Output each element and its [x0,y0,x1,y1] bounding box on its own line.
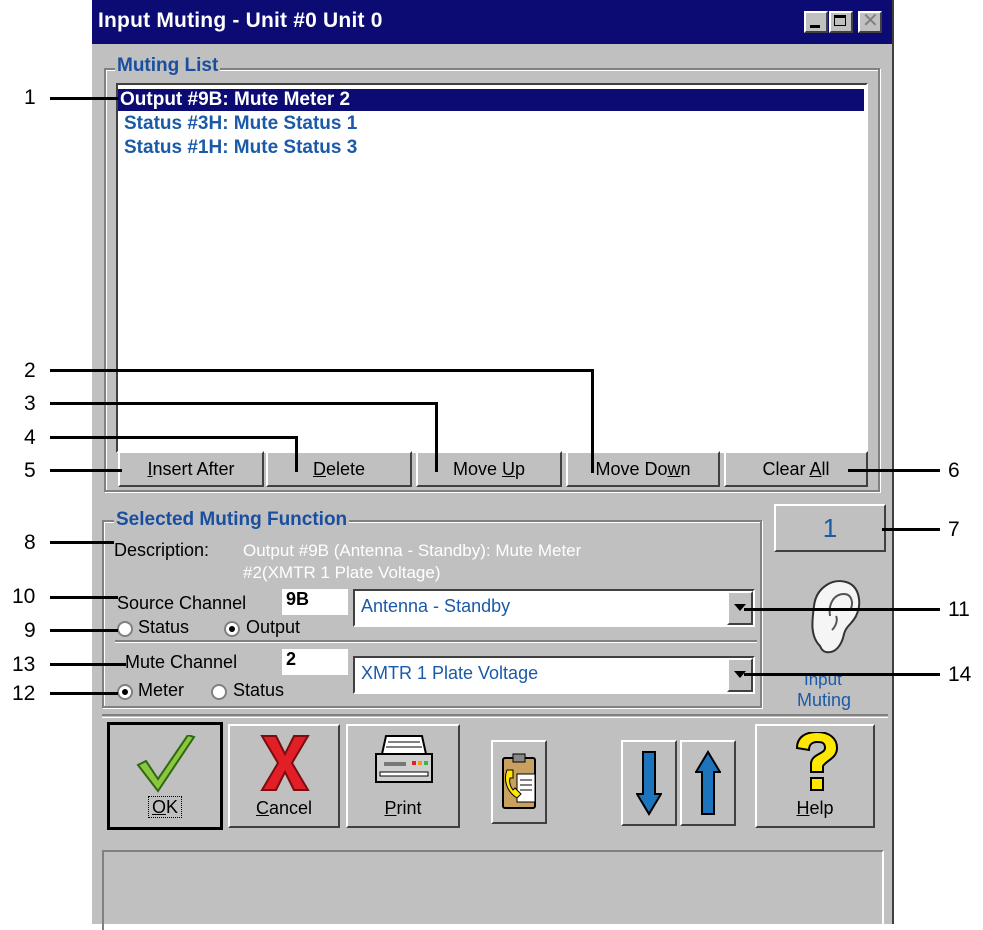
description-text-line1: Output #9B (Antenna - Standby): Mute Met… [243,541,582,560]
callout-11-line [744,608,940,611]
selected-function-label: Selected Muting Function [114,509,350,531]
side-label-line2: Muting [797,690,852,710]
clear-all-label: Clear All [762,458,830,479]
maximize-icon [834,15,846,26]
callout-3-line-v [435,402,438,472]
callout-12-line [50,692,118,695]
x-icon [260,735,310,791]
list-item[interactable]: Status #3H: Mute Status 1 [122,113,357,135]
source-channel-field[interactable]: 9B [282,589,348,615]
cancel-label: Cancel [255,798,313,818]
arrow-down-icon [636,751,662,816]
description-label: Description: [114,540,210,560]
clear-all-button[interactable]: Clear All [724,451,868,487]
cancel-button[interactable]: Cancel [228,724,340,828]
callout-14: 14 [948,663,972,686]
move-down-button[interactable]: Move Down [566,451,720,487]
callout-2-line [50,369,594,372]
source-output-radio[interactable] [224,621,240,637]
print-button[interactable]: Print [346,724,460,828]
callout-6: 6 [948,459,960,482]
mute-combo[interactable]: XMTR 1 Plate Voltage [353,656,755,694]
close-button[interactable]: ✕ [858,10,882,33]
callout-1: 1 [24,86,36,109]
callout-4-line-v [295,436,298,472]
mute-status-label: Status [233,680,285,700]
callout-14-line [744,673,940,676]
callout-4: 4 [24,426,36,449]
minimize-icon [810,25,820,28]
insert-after-label: Insert After [147,458,235,479]
maximize-button[interactable] [829,11,853,33]
source-status-label: Status [138,617,190,637]
callout-9: 9 [24,619,36,642]
mute-channel-label: Mute Channel [125,652,238,672]
callout-9-line [50,629,118,632]
ok-label: OK [110,796,220,818]
mute-combo-value: XMTR 1 Plate Voltage [361,663,539,683]
callout-12: 12 [12,682,36,705]
mute-status-radio[interactable] [211,684,227,700]
callout-2: 2 [24,359,36,382]
description-text-line2: #2(XMTR 1 Plate Voltage) [243,563,441,582]
callout-8-line [50,541,114,544]
printer-icon [375,735,433,783]
minimize-button[interactable] [804,11,828,33]
callout-1-line [50,97,118,100]
question-icon [795,732,839,791]
title-bar[interactable]: Input Muting - Unit #0 Unit 0 ✕ [92,0,892,44]
muting-list-label: Muting List [115,55,221,77]
move-down-arrow-button[interactable] [621,740,677,826]
checkmark-icon [136,735,196,793]
callout-7: 7 [948,518,960,541]
source-combo-value: Antenna - Standby [361,596,511,616]
arrow-up-icon [695,750,721,815]
callout-4-line [50,436,298,439]
callout-10-line [50,596,118,599]
move-up-label: Move Up [452,458,526,479]
callout-5-line [50,469,122,472]
window-title: Input Muting - Unit #0 Unit 0 [98,9,383,32]
clipboard-phone-icon [502,753,536,809]
help-button[interactable]: Help [755,724,875,828]
counter-display: 1 [774,504,886,552]
list-item[interactable]: Status #1H: Mute Status 3 [122,137,357,159]
callout-13-line [50,663,126,666]
delete-button[interactable]: Delete [266,451,412,487]
callout-11: 11 [948,598,970,621]
callout-2-line-v [591,369,594,473]
help-label: Help [796,798,834,818]
ok-button[interactable]: OK [107,722,223,830]
callout-6-line [848,469,940,472]
mute-meter-label: Meter [138,680,185,700]
list-item-selected[interactable]: Output #9B: Mute Meter 2 [118,89,864,111]
muting-list-box[interactable]: Output #9B: Mute Meter 2 Status #3H: Mut… [116,83,868,453]
insert-after-button[interactable]: Insert After [118,451,264,487]
callout-8: 8 [24,531,36,554]
callout-10: 10 [12,585,36,608]
callout-5: 5 [24,459,36,482]
source-combo[interactable]: Antenna - Standby [353,589,755,627]
move-up-arrow-button[interactable] [680,740,736,826]
move-down-label: Move Down [595,458,691,479]
source-status-radio[interactable] [117,621,133,637]
status-bar [102,850,884,930]
print-label: Print [384,798,422,818]
callout-7-line [882,528,940,531]
close-icon: ✕ [862,10,879,32]
delete-label: Delete [312,458,366,479]
callout-3-line [50,402,438,405]
toolbar-separator [102,714,888,718]
source-channel-label: Source Channel [117,593,247,613]
callout-13: 13 [12,653,36,676]
divider [115,640,757,643]
callout-3: 3 [24,392,36,415]
ear-icon [802,576,866,662]
mute-meter-radio[interactable] [117,684,133,700]
source-output-label: Output [246,617,301,637]
clipboard-phone-button[interactable] [491,740,547,824]
mute-channel-field[interactable]: 2 [282,649,348,675]
